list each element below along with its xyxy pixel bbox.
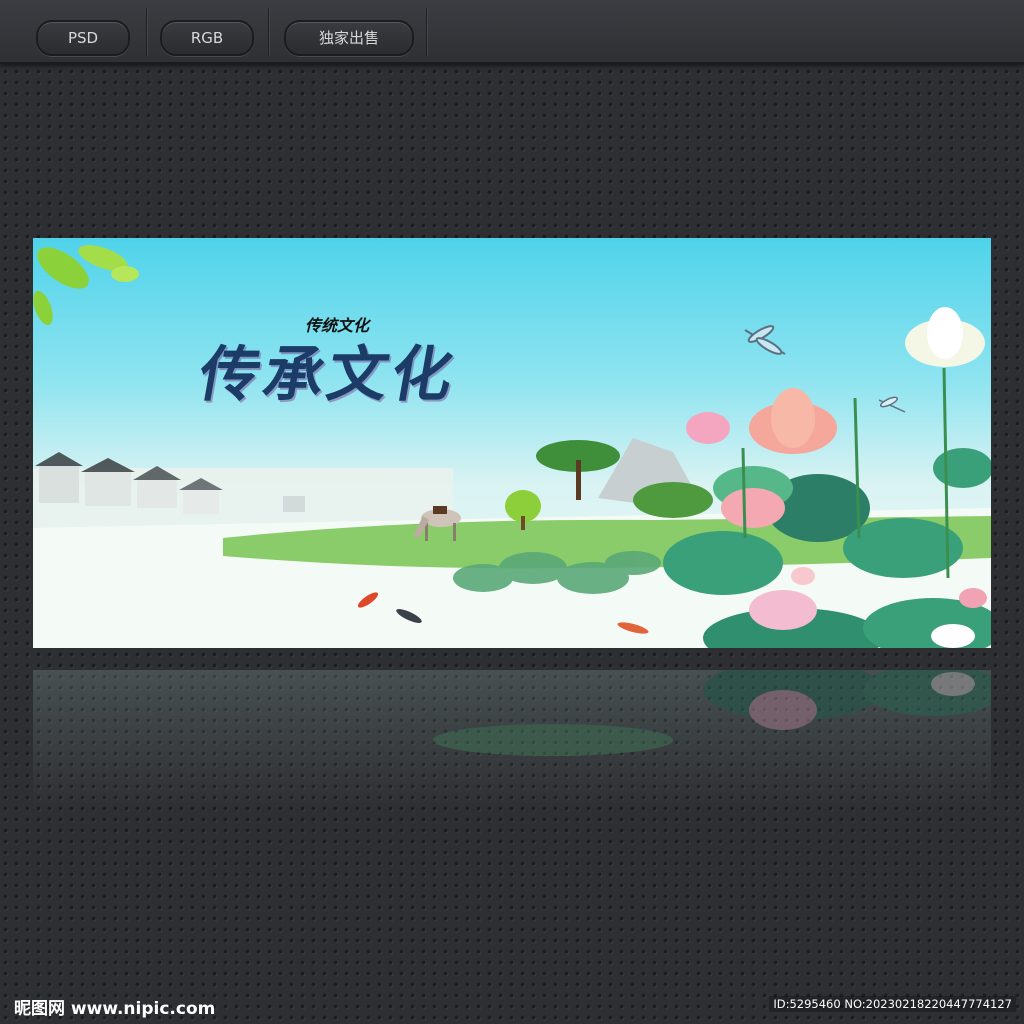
poster-scene <box>33 245 991 648</box>
top-toolbar: PSD RGB 独家出售 <box>0 0 1024 64</box>
image-id-watermark: ID:5295460 NO:20230218220447774127 <box>769 996 1016 1012</box>
poster-title: 传承文化 <box>193 340 463 410</box>
tag-psd[interactable]: PSD <box>36 20 130 56</box>
tag-exclusive-sale[interactable]: 独家出售 <box>284 20 414 56</box>
site-watermark-logo: 昵图网 www.nipic.com <box>14 999 216 1019</box>
toolbar-divider <box>268 8 270 56</box>
reflection-scene <box>433 670 991 756</box>
poster-reflection <box>33 670 991 810</box>
toolbar-divider <box>426 8 428 56</box>
poster-preview[interactable]: 传统文化 传承文化 <box>33 238 991 648</box>
tag-rgb[interactable]: RGB <box>160 20 254 56</box>
dragonfly-icon <box>878 396 906 413</box>
toolbar-divider <box>146 8 148 56</box>
dragonfly-icon <box>744 325 786 355</box>
corner-leaves-icon <box>33 245 139 326</box>
